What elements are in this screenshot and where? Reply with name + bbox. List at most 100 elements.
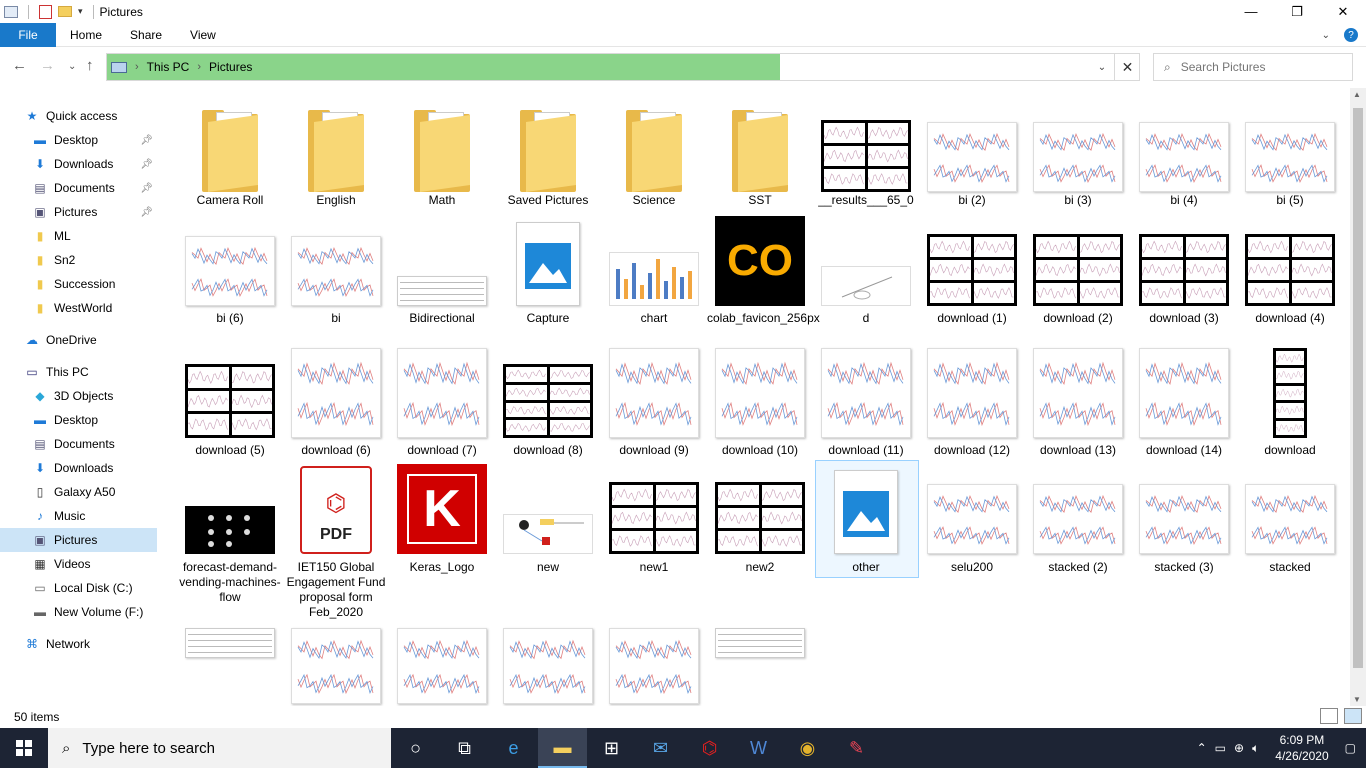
battery-icon[interactable]: ▭ bbox=[1215, 741, 1226, 755]
sidebar-item-local-disk-c[interactable]: ▭ Local Disk (C:) bbox=[0, 576, 157, 600]
sidebar-item-videos[interactable]: ▦ Videos bbox=[0, 552, 157, 576]
folder-thumbnail bbox=[308, 110, 364, 192]
chrome-icon[interactable]: ◉ bbox=[783, 728, 832, 768]
sidebar-item-galaxy-a50[interactable]: ▯ Galaxy A50 bbox=[0, 480, 157, 504]
restore-button[interactable]: ❐ bbox=[1274, 0, 1320, 23]
sidebar-item-new-volume-f[interactable]: ▬ New Volume (F:) bbox=[0, 600, 157, 624]
sidebar-item-downloads[interactable]: ⬇ Downloads 📌︎ bbox=[0, 152, 157, 176]
file-tab[interactable]: File bbox=[0, 22, 56, 47]
sidebar-item-label: This PC bbox=[46, 365, 89, 379]
chart-thumbnail bbox=[1033, 122, 1123, 192]
breadcrumb-pictures[interactable]: Pictures bbox=[209, 60, 252, 74]
mail-icon[interactable]: ✉ bbox=[636, 728, 685, 768]
store-icon[interactable]: ⊞ bbox=[587, 728, 636, 768]
customize-toolbar-icon[interactable]: ▾ bbox=[78, 6, 83, 17]
large-icons-view-icon[interactable] bbox=[1344, 708, 1362, 724]
volume-icon[interactable]: 🔈︎ bbox=[1252, 741, 1259, 756]
tab-home[interactable]: Home bbox=[56, 23, 116, 47]
tab-view[interactable]: View bbox=[176, 23, 230, 47]
address-dropdown-icon[interactable]: ⌄ bbox=[1091, 54, 1113, 80]
help-icon[interactable]: ? bbox=[1344, 28, 1358, 42]
file-item-label: Keras_Logo bbox=[409, 560, 475, 574]
photo-thumbnail bbox=[834, 470, 898, 554]
scrollbar-thumb[interactable] bbox=[1353, 108, 1363, 668]
blackgrid-tall-thumbnail bbox=[1273, 348, 1307, 438]
tab-share[interactable]: Share bbox=[116, 23, 176, 47]
chart-thumbnail bbox=[185, 236, 275, 306]
sidebar-item-3d-objects[interactable]: ◆ 3D Objects bbox=[0, 384, 157, 408]
taskbar-search[interactable]: ⌕ Type here to search bbox=[48, 728, 391, 768]
new-folder-icon[interactable] bbox=[58, 6, 72, 17]
sidebar-item-succession[interactable]: ▮ Succession bbox=[0, 272, 157, 296]
music-icon: ♪ bbox=[37, 509, 43, 523]
scroll-up-icon[interactable]: ▲ bbox=[1353, 90, 1361, 99]
up-arrow-icon[interactable]: ↑ bbox=[86, 57, 94, 74]
sidebar-item-network[interactable]: ⌘ Network bbox=[0, 632, 157, 656]
sidebar-item-westworld[interactable]: ▮ WestWorld bbox=[0, 296, 157, 320]
file-item-label: download (12) bbox=[933, 443, 1011, 457]
sidebar-item-desktop[interactable]: ▬ Desktop 📌︎ bbox=[0, 128, 157, 152]
breadcrumb-this-pc[interactable]: This PC bbox=[147, 60, 190, 74]
pin-icon[interactable]: 📌︎ bbox=[140, 183, 153, 194]
sidebar-item-label: Videos bbox=[54, 557, 91, 571]
pin-icon[interactable]: 📌︎ bbox=[140, 159, 153, 170]
vertical-scrollbar[interactable]: ▲ ▼ bbox=[1350, 88, 1366, 706]
file-explorer-icon[interactable]: ▬ bbox=[538, 728, 587, 768]
sidebar-item-documents[interactable]: ▤ Documents 📌︎ bbox=[0, 176, 157, 200]
file-item-label: other bbox=[852, 560, 880, 574]
recent-locations-icon[interactable]: ⌄ bbox=[68, 61, 76, 72]
file-item-label: selu200 bbox=[950, 560, 994, 574]
details-view-icon[interactable] bbox=[1320, 708, 1338, 724]
colab-thumbnail: CO bbox=[715, 216, 805, 306]
file-item-label: forecast-demand-vending-machines-flow bbox=[179, 560, 281, 604]
scroll-down-icon[interactable]: ▼ bbox=[1353, 695, 1361, 704]
back-arrow-icon[interactable]: ← bbox=[12, 57, 27, 74]
sidebar-item-documents[interactable]: ▤ Documents bbox=[0, 432, 157, 456]
sidebar-item-sn2[interactable]: ▮ Sn2 bbox=[0, 248, 157, 272]
address-bar[interactable]: › This PC › Pictures ⌄ ✕ bbox=[106, 53, 1140, 81]
chart-thumbnail bbox=[821, 348, 911, 438]
cortana-icon[interactable]: ○ bbox=[391, 728, 440, 768]
pin-icon[interactable]: 📌︎ bbox=[140, 135, 153, 146]
file-item-label: SST bbox=[748, 193, 772, 207]
file-view: Camera Roll English Math Saved Pictures Scie… bbox=[157, 88, 1350, 706]
task-view-icon[interactable]: ⧉ bbox=[440, 728, 489, 768]
pc-icon: ▭ bbox=[26, 365, 38, 379]
file-item-label: chart bbox=[640, 311, 668, 325]
sidebar-item-desktop[interactable]: ▬ Desktop bbox=[0, 408, 157, 432]
windows-start-icon[interactable] bbox=[0, 728, 48, 768]
sidebar-item-pictures[interactable]: ▣ Pictures 📌︎ bbox=[0, 200, 157, 224]
search-input[interactable] bbox=[1180, 60, 1331, 74]
system-tray: ⌃ ▭ ⊕ 🔈︎ 6:09 PM 4/26/2020 ▢ bbox=[1197, 728, 1366, 768]
file-item-label: download (11) bbox=[828, 443, 904, 457]
sidebar-item-pictures[interactable]: ▣ Pictures bbox=[0, 528, 157, 552]
search-box[interactable]: ⌕ bbox=[1153, 53, 1353, 81]
network-icon[interactable]: ⊕ bbox=[1234, 741, 1244, 755]
sidebar-item-onedrive[interactable]: ☁ OneDrive bbox=[0, 328, 157, 352]
notifications-icon[interactable]: ▢ bbox=[1345, 741, 1356, 755]
sidebar-item-music[interactable]: ♪ Music bbox=[0, 504, 157, 528]
minimize-button[interactable]: — bbox=[1228, 0, 1274, 23]
chart-thumbnail bbox=[1033, 484, 1123, 554]
chart-thumbnail bbox=[927, 348, 1017, 438]
paint-icon[interactable]: ✎ bbox=[832, 728, 881, 768]
file-item-label: Capture bbox=[526, 311, 570, 325]
sidebar-item-this-pc[interactable]: ▭ This PC bbox=[0, 360, 157, 384]
properties-icon[interactable] bbox=[39, 4, 52, 19]
close-button[interactable]: ✕ bbox=[1320, 0, 1366, 23]
forward-arrow-icon[interactable]: → bbox=[40, 57, 55, 74]
sidebar-item-ml[interactable]: ▮ ML bbox=[0, 224, 157, 248]
file-item-label: Science bbox=[632, 193, 676, 207]
pin-icon[interactable]: 📌︎ bbox=[140, 207, 153, 218]
edge-icon[interactable]: e bbox=[489, 728, 538, 768]
chevron-up-icon[interactable]: ⌃ bbox=[1197, 741, 1207, 755]
sidebar-item-quick-access[interactable]: ★ Quick access bbox=[0, 104, 157, 128]
clock[interactable]: 6:09 PM 4/26/2020 bbox=[1275, 732, 1328, 764]
stop-loading-icon[interactable]: ✕ bbox=[1114, 54, 1140, 80]
cube-icon: ◆ bbox=[35, 389, 45, 403]
sidebar-item-downloads[interactable]: ⬇ Downloads bbox=[0, 456, 157, 480]
word-icon[interactable]: W bbox=[734, 728, 783, 768]
acrobat-icon[interactable]: ⌬ bbox=[685, 728, 734, 768]
chart-thumbnail bbox=[1033, 348, 1123, 438]
expand-ribbon-icon[interactable]: ⌄ bbox=[1322, 30, 1330, 41]
